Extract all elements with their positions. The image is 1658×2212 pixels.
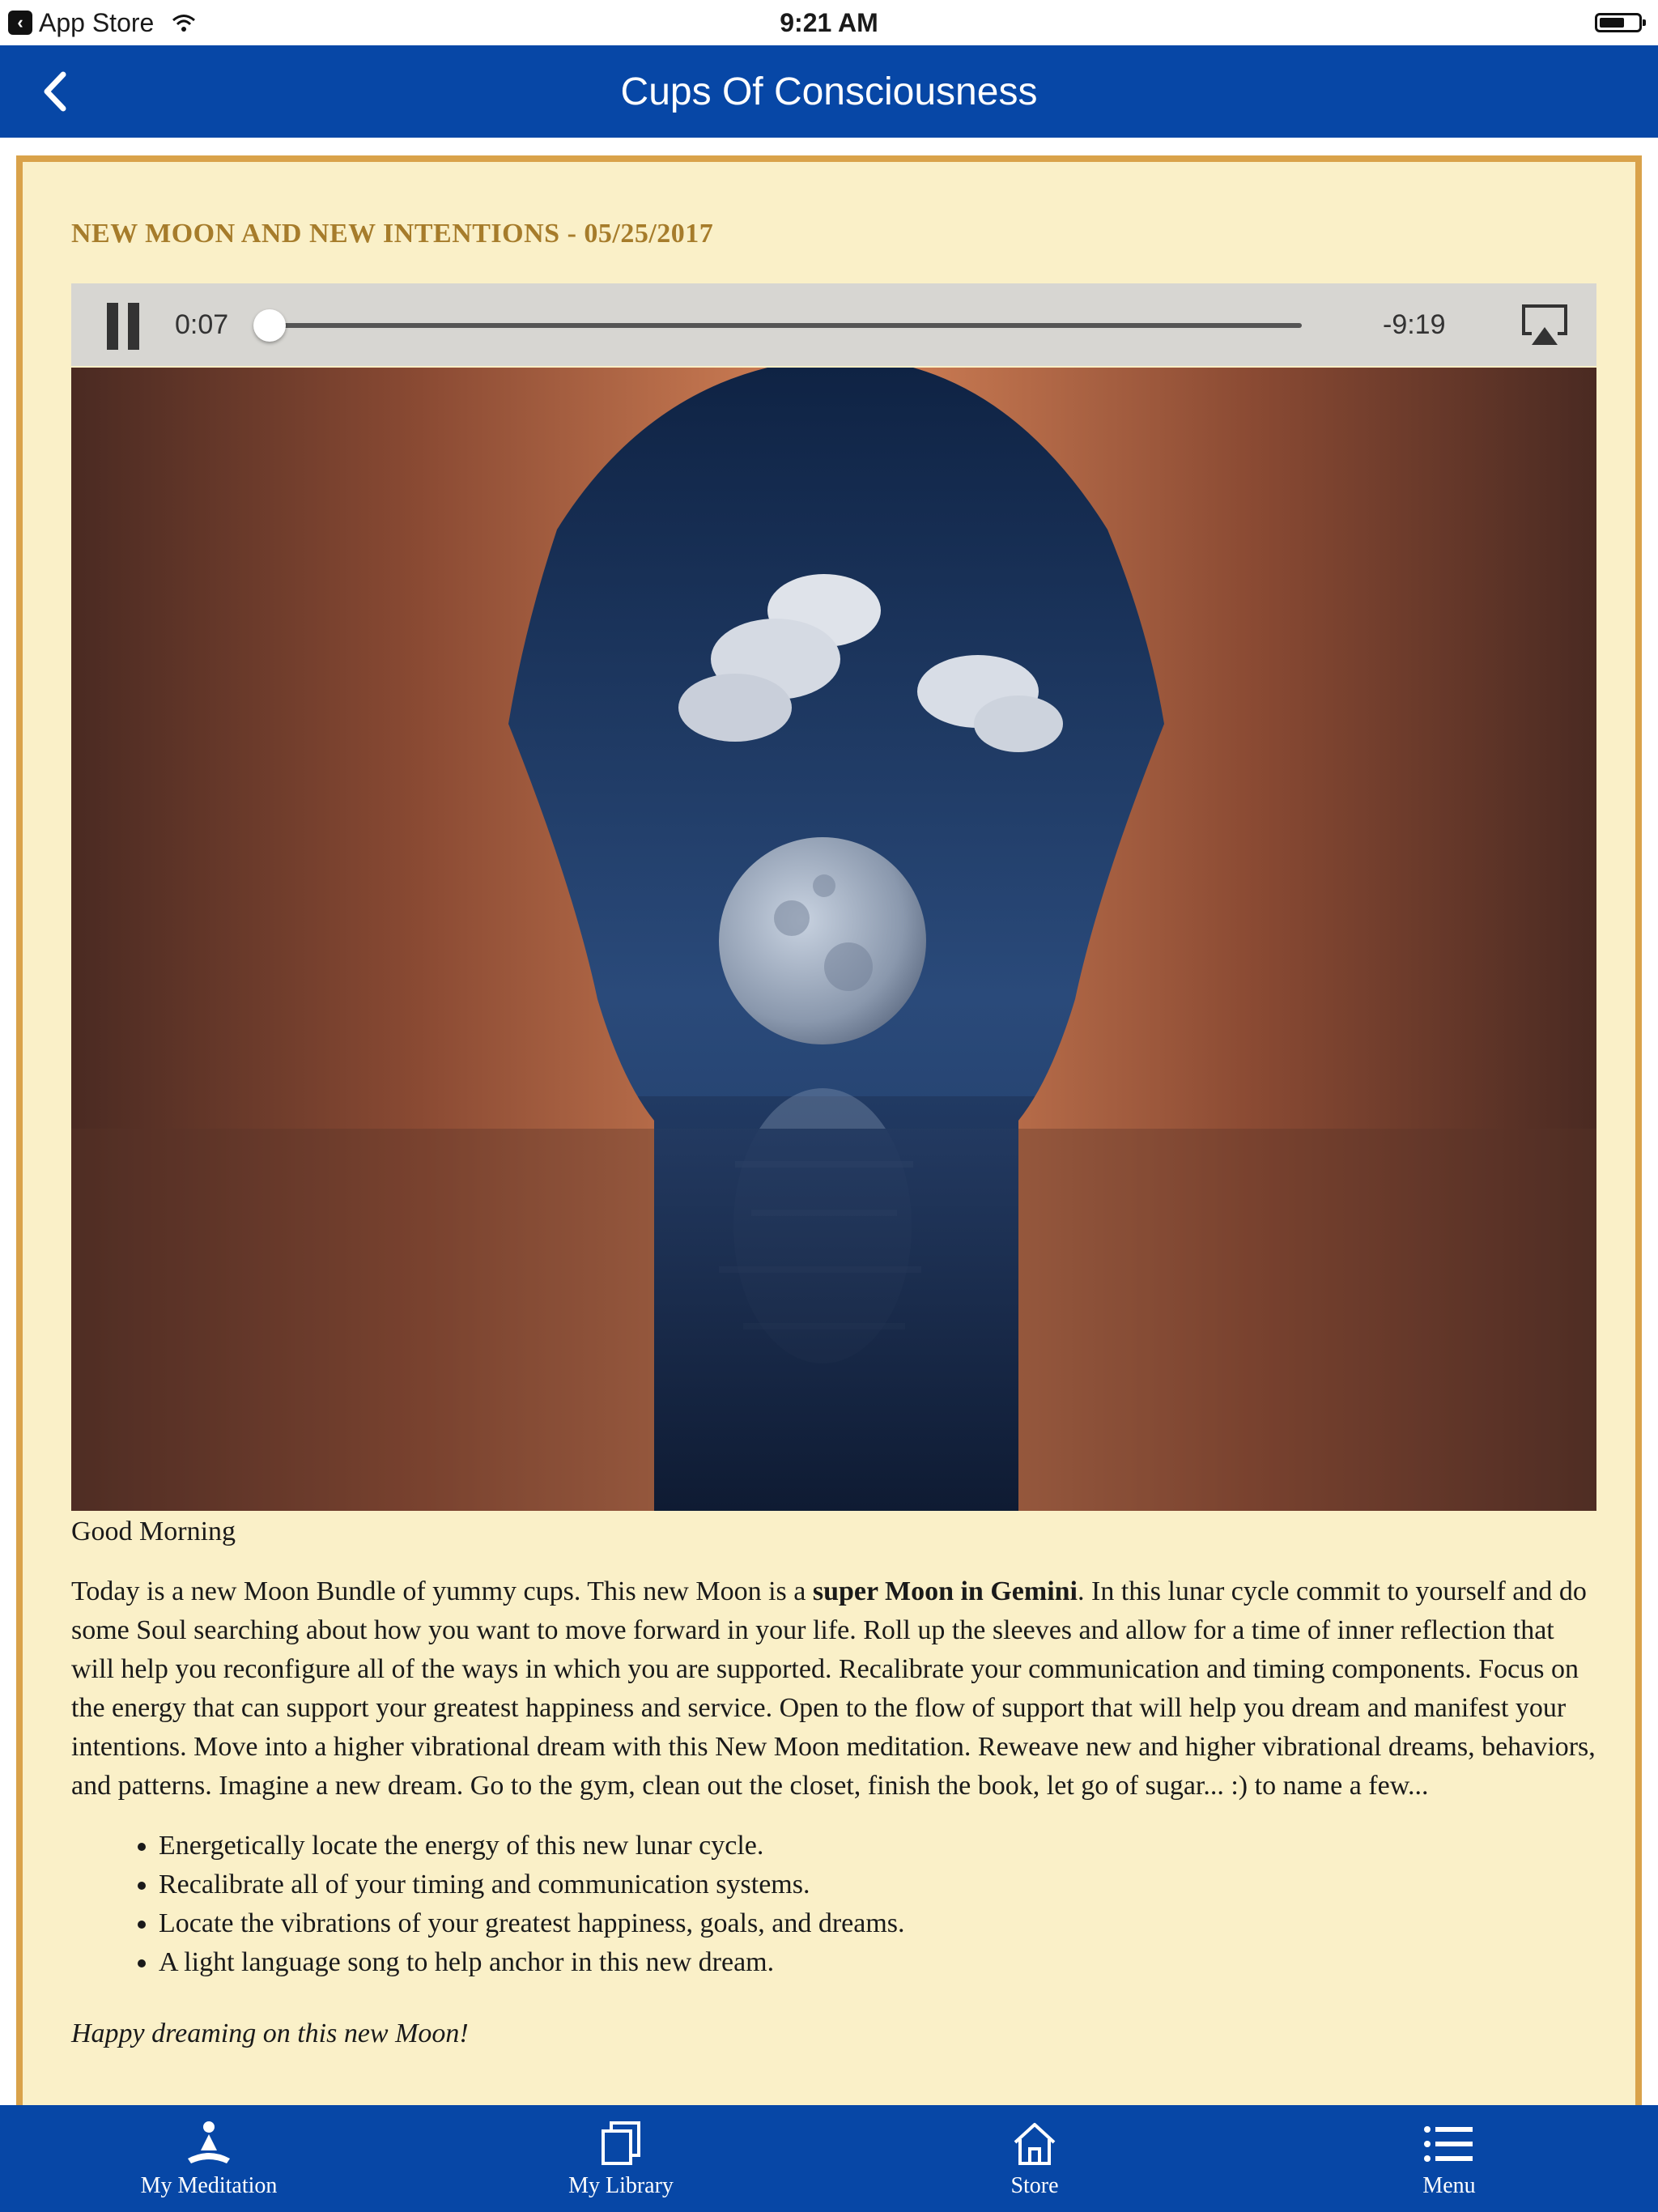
tab-store[interactable]: Store [913,2105,1156,2212]
intro-text-start: Today is a new Moon Bundle of yummy cups… [71,1576,813,1606]
status-bar: ‹ App Store 9:21 AM [0,0,1658,45]
menu-icon [1424,2126,1473,2162]
meditation-icon [188,2121,230,2163]
moon-canyon-image [71,368,1596,1511]
episode-title: NEW MOON AND NEW INTENTIONS - 05/25/2017 [71,219,714,249]
list-item: Locate the vibrations of your greatest h… [159,1904,1596,1943]
bullet-list: Energetically locate the energy of this … [71,1827,1596,1982]
intro-text-end: . In this lunar cycle commit to yourself… [71,1576,1596,1801]
tab-label: My Library [568,2173,674,2198]
scrubber-thumb[interactable] [253,309,287,342]
greeting: Good Morning [71,1516,236,1546]
library-icon [602,2121,640,2165]
list-item: A light language song to help anchor in … [159,1943,1596,1982]
pause-icon[interactable] [102,303,146,350]
page-title: Cups Of Consciousness [620,70,1038,113]
audio-player: 0:07 -9:19 [71,283,1596,366]
nav-bar: Cups Of Consciousness [0,45,1658,138]
intro-paragraph: Today is a new Moon Bundle of yummy cups… [71,1572,1596,1806]
tab-menu[interactable]: Menu [1328,2105,1571,2212]
episode-card: NEW MOON AND NEW INTENTIONS - 05/25/2017… [16,155,1642,2115]
home-icon [1014,2123,1056,2165]
tab-label: My Meditation [140,2173,278,2198]
tab-my-library[interactable]: My Library [500,2105,742,2212]
closing-line: Happy dreaming on this new Moon! [71,2018,469,2048]
list-item: Recalibrate all of your timing and commu… [159,1865,1596,1904]
article-body: Good Morning Today is a new Moon Bundle … [71,1512,1596,2074]
tab-my-meditation[interactable]: My Meditation [87,2105,330,2212]
list-item: Energetically locate the energy of this … [159,1827,1596,1865]
tab-label: Menu [1422,2173,1476,2198]
time-remaining: -9:19 [1383,309,1446,340]
time-elapsed: 0:07 [175,309,229,340]
progress-scrubber[interactable] [253,309,1302,342]
intro-bold: super Moon in Gemini [812,1576,1078,1606]
battery-icon [1595,13,1646,32]
status-time: 9:21 AM [780,8,878,37]
tab-label: Store [1010,2173,1059,2198]
tab-bar: My Meditation My Library Store Menu [0,2105,1658,2212]
airplay-icon[interactable] [1520,303,1569,348]
